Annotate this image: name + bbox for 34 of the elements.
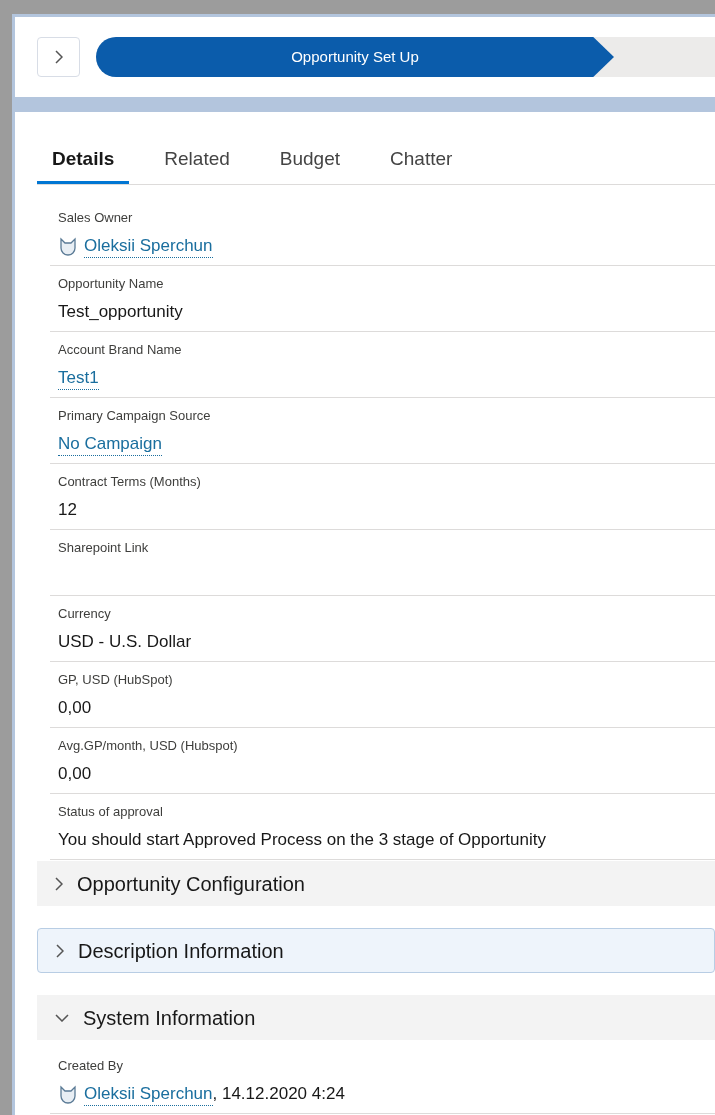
record-link[interactable]: Test1 (58, 366, 99, 390)
tab[interactable]: Related (149, 144, 245, 184)
field-label: Status of approval (57, 803, 164, 821)
section-header[interactable]: Opportunity Configuration (37, 861, 715, 906)
tab[interactable]: Details (37, 144, 130, 184)
field-value: You should start Approved Process on the 3 stage of Opportunity (58, 829, 546, 852)
avatar-icon (58, 1084, 78, 1104)
field-label: Primary Campaign Source (57, 407, 212, 425)
field-value: , 14.12.2020 4:24 (212, 1083, 345, 1106)
field-label: Contract Terms (Months) (57, 473, 202, 491)
field-value: 0,00 (58, 763, 92, 786)
field-value: 12 (58, 499, 77, 522)
record-link[interactable]: No Campaign (58, 432, 162, 456)
section-header[interactable]: Description Information (37, 928, 715, 973)
field-value: 0,00 (58, 697, 92, 720)
field-label: Opportunity Name (57, 275, 165, 293)
field-label: Account Brand Name (57, 341, 183, 359)
avatar-icon (58, 236, 78, 256)
tab[interactable]: Chatter (375, 144, 468, 184)
section-header[interactable]: System Information (37, 995, 715, 1040)
path-stage[interactable]: Opportunity Set Up (96, 37, 614, 77)
field-label: Currency (57, 605, 112, 623)
field-value: Test_opportunity (58, 301, 183, 324)
field-label: Sharepoint Link (57, 539, 150, 557)
field-label: Sales Owner (57, 209, 134, 227)
tab[interactable]: Budget (264, 144, 356, 184)
field-label: GP, USD (HubSpot) (57, 671, 174, 689)
field-label: Avg.GP/month, USD (Hubspot) (57, 737, 239, 755)
user-link[interactable]: Oleksii Sperchun (84, 1082, 213, 1106)
toggle-button[interactable] (37, 37, 80, 77)
user-link[interactable]: Oleksii Sperchun (84, 234, 213, 258)
field-label: Created By (57, 1057, 125, 1075)
field-value: USD - U.S. Dollar (58, 631, 192, 654)
chevron-right-icon (54, 50, 63, 64)
